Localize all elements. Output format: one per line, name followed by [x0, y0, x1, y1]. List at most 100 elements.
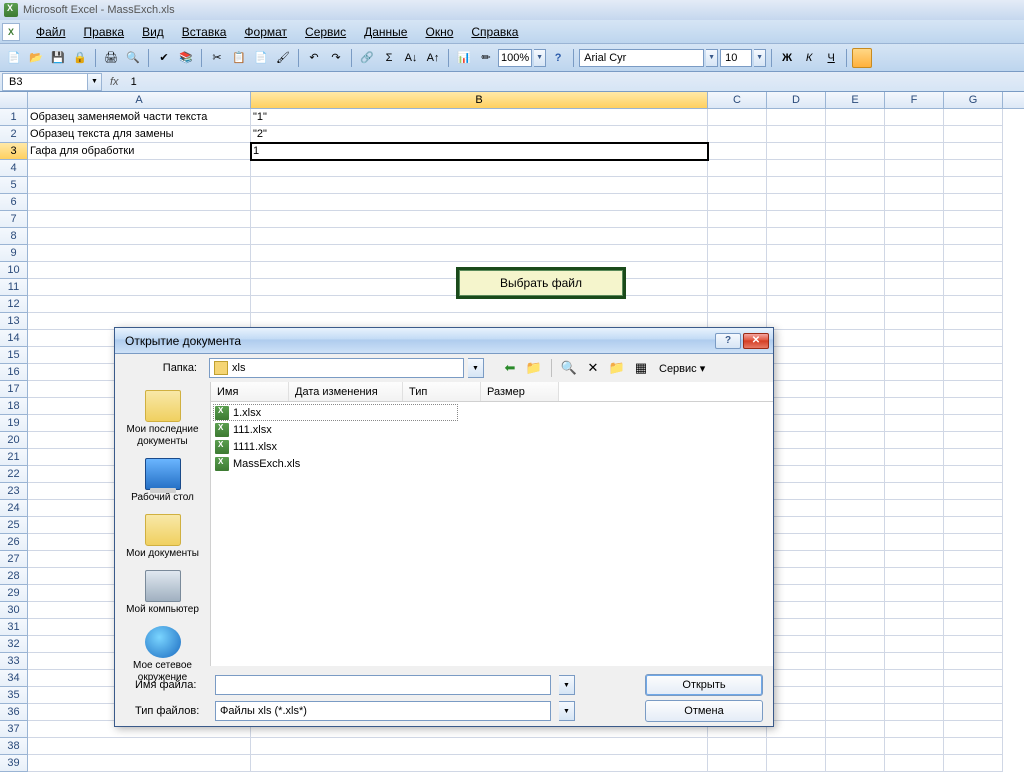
col-header-F[interactable]: F: [885, 92, 944, 108]
name-dropdown-icon[interactable]: ▼: [88, 73, 102, 91]
cell[interactable]: [826, 755, 885, 772]
search-icon[interactable]: 🔍: [559, 358, 579, 378]
list-header-size[interactable]: Размер: [481, 382, 559, 401]
sidebar-mycomputer[interactable]: Мой компьютер: [118, 566, 208, 622]
up-folder-icon[interactable]: 📁: [524, 358, 544, 378]
select-all-corner[interactable]: [0, 92, 28, 108]
row-header[interactable]: 14: [0, 330, 28, 347]
cell[interactable]: [767, 279, 826, 296]
views-icon[interactable]: ▦: [631, 358, 651, 378]
row-header[interactable]: 24: [0, 500, 28, 517]
cell[interactable]: [767, 653, 826, 670]
cell[interactable]: [944, 109, 1003, 126]
back-icon[interactable]: ⬅: [500, 358, 520, 378]
cell[interactable]: [885, 194, 944, 211]
cut-icon[interactable]: ✂: [207, 48, 227, 68]
list-item[interactable]: 111.xlsx: [213, 421, 771, 438]
cell[interactable]: [826, 466, 885, 483]
cell[interactable]: [767, 160, 826, 177]
hyperlink-icon[interactable]: 🔗: [357, 48, 377, 68]
cell[interactable]: [708, 245, 767, 262]
col-header-D[interactable]: D: [767, 92, 826, 108]
row-header[interactable]: 38: [0, 738, 28, 755]
menu-format[interactable]: Формат: [236, 22, 295, 42]
row-header[interactable]: 32: [0, 636, 28, 653]
cell[interactable]: [885, 636, 944, 653]
cell[interactable]: [28, 194, 251, 211]
cell[interactable]: [767, 687, 826, 704]
col-header-C[interactable]: C: [708, 92, 767, 108]
folder-dropdown-icon[interactable]: ▼: [468, 358, 484, 378]
cell[interactable]: [251, 755, 708, 772]
row-header[interactable]: 30: [0, 602, 28, 619]
select-file-button[interactable]: Выбрать файл: [456, 267, 626, 299]
cell[interactable]: [826, 279, 885, 296]
menu-file[interactable]: Файл: [28, 22, 74, 42]
cell[interactable]: [767, 109, 826, 126]
cell[interactable]: [767, 500, 826, 517]
row-header[interactable]: 19: [0, 415, 28, 432]
row-header[interactable]: 6: [0, 194, 28, 211]
cell[interactable]: [767, 636, 826, 653]
cell[interactable]: [826, 211, 885, 228]
cell[interactable]: [28, 279, 251, 296]
folder-combo[interactable]: xls: [209, 358, 464, 378]
col-header-G[interactable]: G: [944, 92, 1003, 108]
cell[interactable]: [885, 602, 944, 619]
list-item[interactable]: 1.xlsx: [213, 404, 458, 421]
cell[interactable]: [885, 398, 944, 415]
cell[interactable]: [826, 653, 885, 670]
cell[interactable]: [826, 415, 885, 432]
cell[interactable]: [944, 228, 1003, 245]
cell[interactable]: [944, 619, 1003, 636]
cell[interactable]: [826, 568, 885, 585]
name-box[interactable]: B3: [2, 73, 88, 91]
cell[interactable]: [885, 126, 944, 143]
cell[interactable]: [885, 245, 944, 262]
cell[interactable]: [767, 534, 826, 551]
cell[interactable]: [944, 313, 1003, 330]
zoom-dropdown-icon[interactable]: ▼: [534, 49, 546, 67]
row-header[interactable]: 8: [0, 228, 28, 245]
cell[interactable]: [944, 449, 1003, 466]
row-header[interactable]: 18: [0, 398, 28, 415]
cell[interactable]: [885, 721, 944, 738]
cell[interactable]: [885, 262, 944, 279]
spell-icon[interactable]: ✔: [154, 48, 174, 68]
cell[interactable]: [944, 738, 1003, 755]
cell[interactable]: [767, 738, 826, 755]
cell[interactable]: [767, 551, 826, 568]
cell[interactable]: [826, 687, 885, 704]
cell[interactable]: [944, 670, 1003, 687]
cell[interactable]: [944, 347, 1003, 364]
open-icon[interactable]: 📂: [26, 48, 46, 68]
new-icon[interactable]: 📄: [4, 48, 24, 68]
row-header[interactable]: 3: [0, 143, 28, 160]
cell[interactable]: [826, 636, 885, 653]
cell[interactable]: "1": [251, 109, 708, 126]
cell[interactable]: [826, 296, 885, 313]
menu-insert[interactable]: Вставка: [174, 22, 235, 42]
cell[interactable]: [767, 126, 826, 143]
row-header[interactable]: 33: [0, 653, 28, 670]
new-folder-icon[interactable]: 📁: [607, 358, 627, 378]
paste-icon[interactable]: 📄: [251, 48, 271, 68]
cell[interactable]: [885, 619, 944, 636]
cell[interactable]: [28, 738, 251, 755]
row-header[interactable]: 5: [0, 177, 28, 194]
cell[interactable]: [944, 483, 1003, 500]
cell[interactable]: [251, 228, 708, 245]
size-dropdown-icon[interactable]: ▼: [754, 49, 766, 67]
cell[interactable]: [944, 177, 1003, 194]
row-header[interactable]: 21: [0, 449, 28, 466]
cell[interactable]: [944, 381, 1003, 398]
list-header-date[interactable]: Дата изменения: [289, 382, 403, 401]
cell[interactable]: [767, 194, 826, 211]
row-header[interactable]: 17: [0, 381, 28, 398]
cell[interactable]: [944, 194, 1003, 211]
cell[interactable]: [885, 313, 944, 330]
cell[interactable]: [944, 262, 1003, 279]
row-header[interactable]: 28: [0, 568, 28, 585]
row-header[interactable]: 27: [0, 551, 28, 568]
cell[interactable]: [944, 568, 1003, 585]
